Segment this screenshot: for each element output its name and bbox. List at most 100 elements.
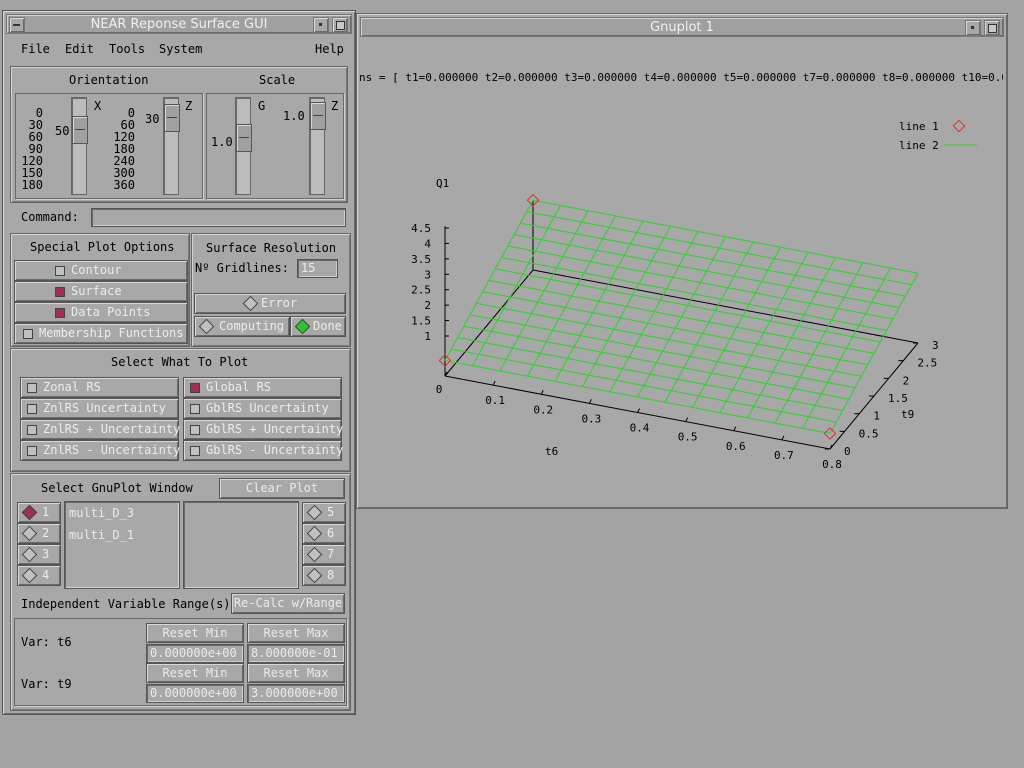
y-tick-label: 3 bbox=[932, 339, 939, 352]
x-tick-labels: 0 30 60 90 120 150 180 bbox=[21, 106, 43, 192]
window-3-radio[interactable]: 3 bbox=[17, 544, 61, 565]
window-6-radio-icon bbox=[306, 525, 323, 542]
contour-label: Contour bbox=[71, 263, 122, 277]
command-label: Command: bbox=[21, 210, 79, 224]
gblrs-plus-toggle[interactable]: GblRS + Uncertainty bbox=[183, 419, 344, 440]
window-8-label: 8 bbox=[327, 568, 335, 582]
z-rotation-slider[interactable] bbox=[163, 97, 180, 195]
znlrs-minus-toggle[interactable]: ZnlRS - Uncertainty bbox=[20, 440, 181, 461]
membership-toggle[interactable]: Membership Functions bbox=[14, 323, 188, 344]
gblrs-minus-toggle[interactable]: GblRS - Uncertainty bbox=[183, 440, 343, 461]
t9-min-input[interactable]: 0.000000e+00 bbox=[146, 684, 244, 703]
minimize-button[interactable] bbox=[313, 17, 329, 33]
done-label: Done bbox=[313, 319, 342, 333]
range-heading: Independent Variable Range(s) bbox=[21, 597, 231, 611]
znlrs-plus-checkbox-icon bbox=[27, 425, 37, 435]
window-4-radio[interactable]: 4 bbox=[17, 565, 61, 586]
window-8-radio[interactable]: 8 bbox=[302, 565, 346, 586]
error-radio-icon bbox=[242, 295, 259, 312]
maximize-button[interactable] bbox=[332, 17, 348, 33]
gridlines-input[interactable]: 15 bbox=[297, 259, 338, 278]
x-tick-label: 0.4 bbox=[630, 422, 650, 435]
gnuplot-title: Gnuplot 1 bbox=[650, 20, 714, 35]
x-tick-label: 0 bbox=[436, 383, 443, 396]
surface-toggle[interactable]: Surface bbox=[14, 281, 188, 302]
contour-toggle[interactable]: Contour bbox=[14, 260, 188, 281]
z-tick-label: 1 bbox=[424, 330, 431, 343]
var-t9-label: Var: t9 bbox=[21, 677, 72, 691]
gnuplot-minimize-button[interactable] bbox=[965, 20, 981, 36]
window-6-radio[interactable]: 6 bbox=[302, 523, 346, 544]
x-tick-label: 0.5 bbox=[678, 431, 698, 444]
t6-min-input[interactable]: 0.000000e+00 bbox=[146, 644, 244, 663]
gblrs-uncertainty-label: GblRS Uncertainty bbox=[206, 401, 329, 415]
done-indicator: Done bbox=[290, 316, 346, 337]
resolution-heading: Surface Resolution bbox=[206, 241, 337, 255]
recalc-range-button[interactable]: Re-Calc w/Range bbox=[231, 593, 345, 614]
y-tick-label: 0.5 bbox=[859, 427, 879, 440]
data-points-toggle[interactable]: Data Points bbox=[14, 302, 188, 323]
znlrs-plus-toggle[interactable]: ZnlRS + Uncertainty bbox=[20, 419, 180, 440]
window-5-radio-icon bbox=[306, 504, 323, 521]
minimize-icon bbox=[971, 26, 974, 29]
plot-header-text: ns = [ t1=0.000000 t2=0.000000 t3=0.0000… bbox=[359, 71, 1003, 84]
window-4-radio-icon bbox=[21, 567, 38, 584]
zonal-rs-toggle[interactable]: Zonal RS bbox=[20, 377, 179, 398]
x-tick-label: 0.2 bbox=[533, 403, 553, 416]
x-tick-mark bbox=[492, 380, 496, 386]
window-1-label: 1 bbox=[42, 505, 50, 519]
plot-list-right[interactable] bbox=[183, 501, 299, 589]
legend-marks bbox=[944, 119, 977, 146]
t9-reset-max-button[interactable]: Reset Max bbox=[247, 663, 345, 683]
g-slider-thumb[interactable] bbox=[236, 124, 252, 152]
tick-labels: 4.5 4 3.5 3 2.5 2 1.5 1 0 0.1 0.2 0.3 0.4 0.5 0.6 0.7 0.… bbox=[411, 222, 939, 471]
menu-file[interactable]: File bbox=[21, 42, 50, 56]
window-7-radio[interactable]: 7 bbox=[302, 544, 346, 565]
list-item[interactable]: multi_D_3 bbox=[65, 502, 179, 524]
x-tick-label: 0.8 bbox=[822, 458, 842, 471]
clear-plot-button[interactable]: Clear Plot bbox=[219, 478, 345, 499]
menu-edit[interactable]: Edit bbox=[65, 42, 94, 56]
scale-z-value: 1.0 bbox=[283, 109, 305, 123]
gnuplot-maximize-button[interactable] bbox=[984, 20, 1000, 36]
x-tick-mark bbox=[588, 399, 592, 404]
t6-reset-max-button[interactable]: Reset Max bbox=[247, 623, 345, 643]
gnuplot-titlebar[interactable]: Gnuplot 1 bbox=[360, 17, 1004, 37]
x-rotation-slider[interactable] bbox=[71, 97, 88, 195]
surface-plot: ns = [ t1=0.000000 t2=0.000000 t3=0.0000… bbox=[359, 71, 1003, 471]
list-item[interactable]: multi_D_1 bbox=[65, 524, 179, 546]
t9-max-input[interactable]: 3.000000e+00 bbox=[247, 684, 345, 703]
z-scale-slider[interactable] bbox=[309, 97, 326, 195]
z-slider-thumb[interactable] bbox=[164, 104, 180, 132]
global-rs-checkbox-icon bbox=[190, 383, 200, 393]
t6-reset-min-button[interactable]: Reset Min bbox=[146, 623, 244, 643]
gnuplot-window: Gnuplot 1 ns = [ t1=0.000000 t2=0.000000… bbox=[356, 13, 1008, 509]
window-1-radio[interactable]: 1 bbox=[17, 502, 61, 523]
command-input[interactable] bbox=[91, 208, 346, 227]
znlrs-minus-label: ZnlRS - Uncertainty bbox=[43, 443, 181, 457]
y-tick-label: 1 bbox=[873, 410, 880, 423]
menu-help[interactable]: Help bbox=[315, 42, 344, 56]
window-2-radio[interactable]: 2 bbox=[17, 523, 61, 544]
z-axis-title: Q1 bbox=[436, 177, 449, 190]
x-slider-thumb[interactable] bbox=[72, 116, 88, 144]
window-1-radio-icon bbox=[21, 504, 38, 521]
menu-system[interactable]: System bbox=[159, 42, 202, 56]
gui-titlebar[interactable]: NEAR Reponse Surface GUI bbox=[6, 14, 352, 34]
window-5-radio[interactable]: 5 bbox=[302, 502, 346, 523]
t6-max-input[interactable]: 8.000000e-01 bbox=[247, 644, 345, 663]
z-tick-label: 1.5 bbox=[411, 315, 431, 328]
window-2-radio-icon bbox=[21, 525, 38, 542]
menu-tools[interactable]: Tools bbox=[109, 42, 145, 56]
gblrs-uncertainty-toggle[interactable]: GblRS Uncertainty bbox=[183, 398, 342, 419]
g-scale-slider[interactable] bbox=[235, 97, 252, 195]
z-tick-label: 2.5 bbox=[411, 284, 431, 297]
global-rs-toggle[interactable]: Global RS bbox=[183, 377, 342, 398]
znlrs-uncertainty-toggle[interactable]: ZnlRS Uncertainty bbox=[20, 398, 179, 419]
gblrs-plus-label: GblRS + Uncertainty bbox=[206, 422, 344, 436]
x-value: 50 bbox=[55, 124, 70, 138]
t9-reset-min-button[interactable]: Reset Min bbox=[146, 663, 244, 683]
scale-z-slider-thumb[interactable] bbox=[310, 102, 326, 130]
plot-list-left[interactable]: multi_D_3 multi_D_1 bbox=[64, 501, 180, 589]
legend-line1-marker bbox=[952, 119, 966, 133]
